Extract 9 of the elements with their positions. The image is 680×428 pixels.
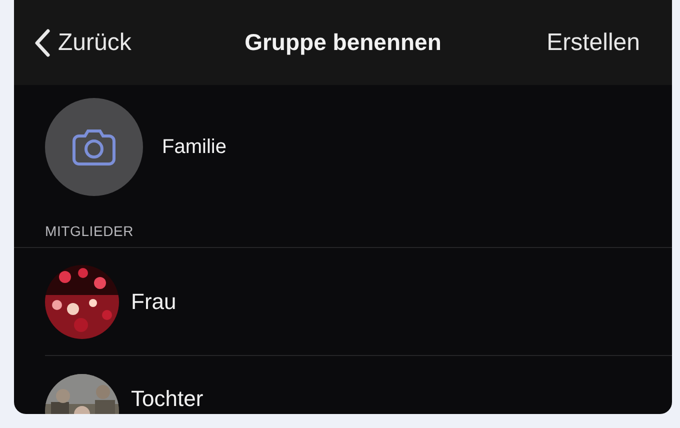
create-button[interactable]: Erstellen [546, 28, 640, 56]
section-label: MITGLIEDER [45, 223, 134, 239]
member-name: Frau [131, 288, 176, 314]
member-name: Tochter [131, 386, 204, 412]
camera-icon [71, 128, 117, 166]
group-name[interactable]: Familie [162, 136, 226, 158]
screen-title: Gruppe benennen [244, 29, 442, 55]
chevron-left-icon [34, 28, 50, 56]
back-button[interactable]: Zurück [34, 28, 132, 56]
